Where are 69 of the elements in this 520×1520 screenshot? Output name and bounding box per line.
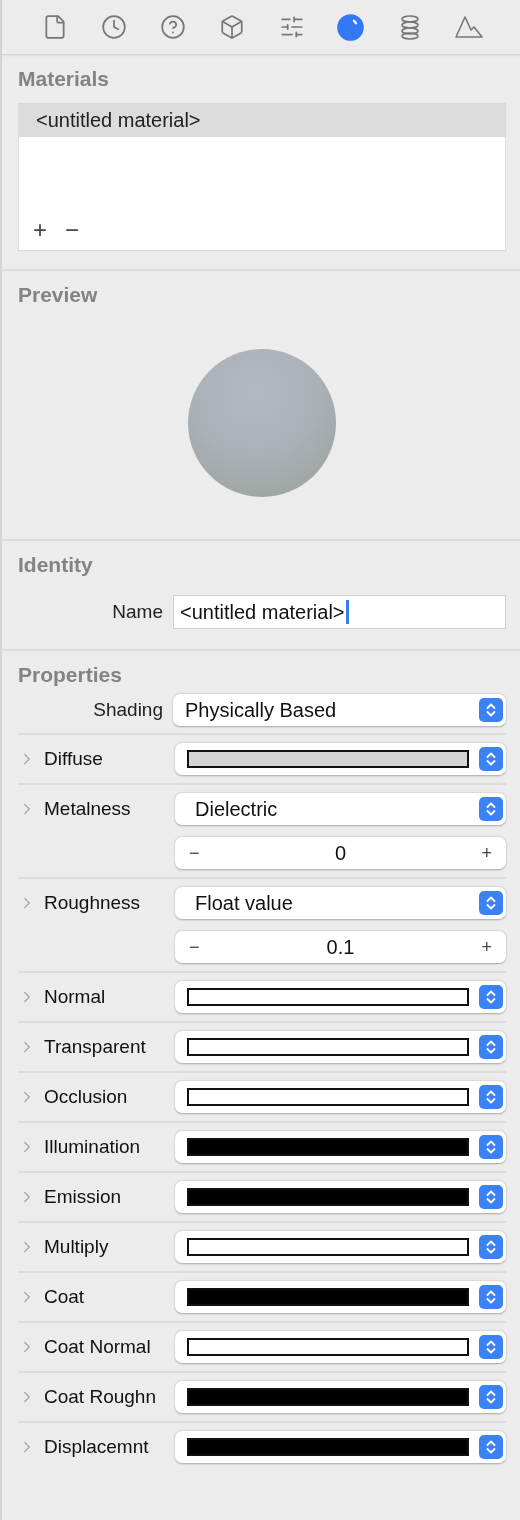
property-label: Occlusion bbox=[44, 1086, 128, 1108]
stepper-arrows-icon bbox=[479, 985, 503, 1009]
number-stepper[interactable]: − 0.1 + bbox=[175, 931, 506, 963]
increment-button[interactable]: + bbox=[477, 842, 496, 864]
document-icon bbox=[42, 14, 68, 40]
popup-button[interactable]: Dielectric bbox=[175, 793, 506, 825]
spring-icon bbox=[398, 13, 421, 41]
section-heading: Properties bbox=[18, 663, 123, 687]
increment-button[interactable]: + bbox=[477, 936, 496, 958]
stepper-arrows-icon bbox=[479, 698, 503, 722]
property-label: Metalness bbox=[44, 798, 131, 820]
color-popup-button[interactable] bbox=[175, 981, 506, 1013]
help-icon bbox=[160, 14, 187, 40]
stepper-arrows-icon bbox=[479, 1085, 503, 1109]
property-label: Roughness bbox=[44, 892, 141, 914]
property-label: Displacemnt bbox=[44, 1436, 149, 1458]
stepper-arrows-icon bbox=[479, 1435, 503, 1459]
text-cursor bbox=[345, 600, 349, 624]
stepper-arrows-icon bbox=[479, 891, 503, 915]
color-popup-button[interactable] bbox=[175, 1131, 506, 1163]
property-label: Coat Normal bbox=[44, 1336, 151, 1358]
property-label: Normal bbox=[44, 986, 106, 1008]
add-button[interactable]: + bbox=[29, 216, 51, 244]
stepper-arrows-icon bbox=[479, 1135, 503, 1159]
color-popup-button[interactable] bbox=[175, 1031, 506, 1063]
popup-button[interactable]: Physically Based bbox=[173, 694, 506, 726]
color-popup-button[interactable] bbox=[175, 1181, 506, 1213]
color-popup-button[interactable] bbox=[175, 1381, 506, 1413]
stepper-arrows-icon bbox=[479, 1285, 503, 1309]
stepper-arrows-icon bbox=[479, 1385, 503, 1409]
color-popup-button[interactable] bbox=[175, 1281, 506, 1313]
property-label: Multiply bbox=[44, 1236, 109, 1258]
color-popup-button[interactable] bbox=[175, 1431, 506, 1463]
material-item[interactable]: <untitled material> bbox=[19, 104, 505, 137]
sliders-icon bbox=[278, 14, 305, 40]
number-value: 0.1 bbox=[325, 935, 356, 959]
decrement-button[interactable]: − bbox=[185, 936, 204, 958]
property-label: Transparent bbox=[44, 1036, 146, 1058]
color-popup-button[interactable] bbox=[175, 1331, 506, 1363]
color-popup-button[interactable] bbox=[175, 743, 506, 775]
number-stepper[interactable]: − 0 + bbox=[175, 837, 506, 869]
color-popup-button[interactable] bbox=[175, 1081, 506, 1113]
section-heading: Preview bbox=[18, 283, 99, 307]
stepper-arrows-icon bbox=[479, 1035, 503, 1059]
property-label: Coat bbox=[44, 1286, 85, 1308]
cube-icon bbox=[219, 14, 246, 40]
stepper-arrows-icon bbox=[479, 1235, 503, 1259]
stepper-arrows-icon bbox=[479, 747, 503, 771]
color-popup-button[interactable] bbox=[175, 1231, 506, 1263]
inspector-tab[interactable] bbox=[335, 12, 366, 42]
section-heading: Identity bbox=[18, 553, 94, 577]
popup-button[interactable]: Float value bbox=[175, 887, 506, 919]
name-field[interactable]: <untitled material> bbox=[173, 595, 506, 629]
clock-icon bbox=[101, 14, 128, 40]
mountains-icon bbox=[455, 15, 483, 39]
field-label: Name bbox=[111, 601, 163, 623]
stepper-arrows-icon bbox=[479, 1335, 503, 1359]
property-label: Emission bbox=[44, 1186, 122, 1208]
stepper-arrows-icon bbox=[479, 1185, 503, 1209]
property-label: Shading bbox=[92, 699, 163, 721]
number-value: 0 bbox=[333, 841, 348, 865]
property-label: Illumination bbox=[44, 1136, 141, 1158]
remove-button[interactable]: − bbox=[61, 216, 84, 244]
property-label: Diffuse bbox=[44, 748, 103, 770]
sphere-icon bbox=[337, 13, 365, 41]
property-label: Coat Roughn bbox=[44, 1386, 156, 1408]
decrement-button[interactable]: − bbox=[185, 842, 204, 864]
section-heading: Materials bbox=[18, 67, 111, 91]
stepper-arrows-icon bbox=[479, 797, 503, 821]
